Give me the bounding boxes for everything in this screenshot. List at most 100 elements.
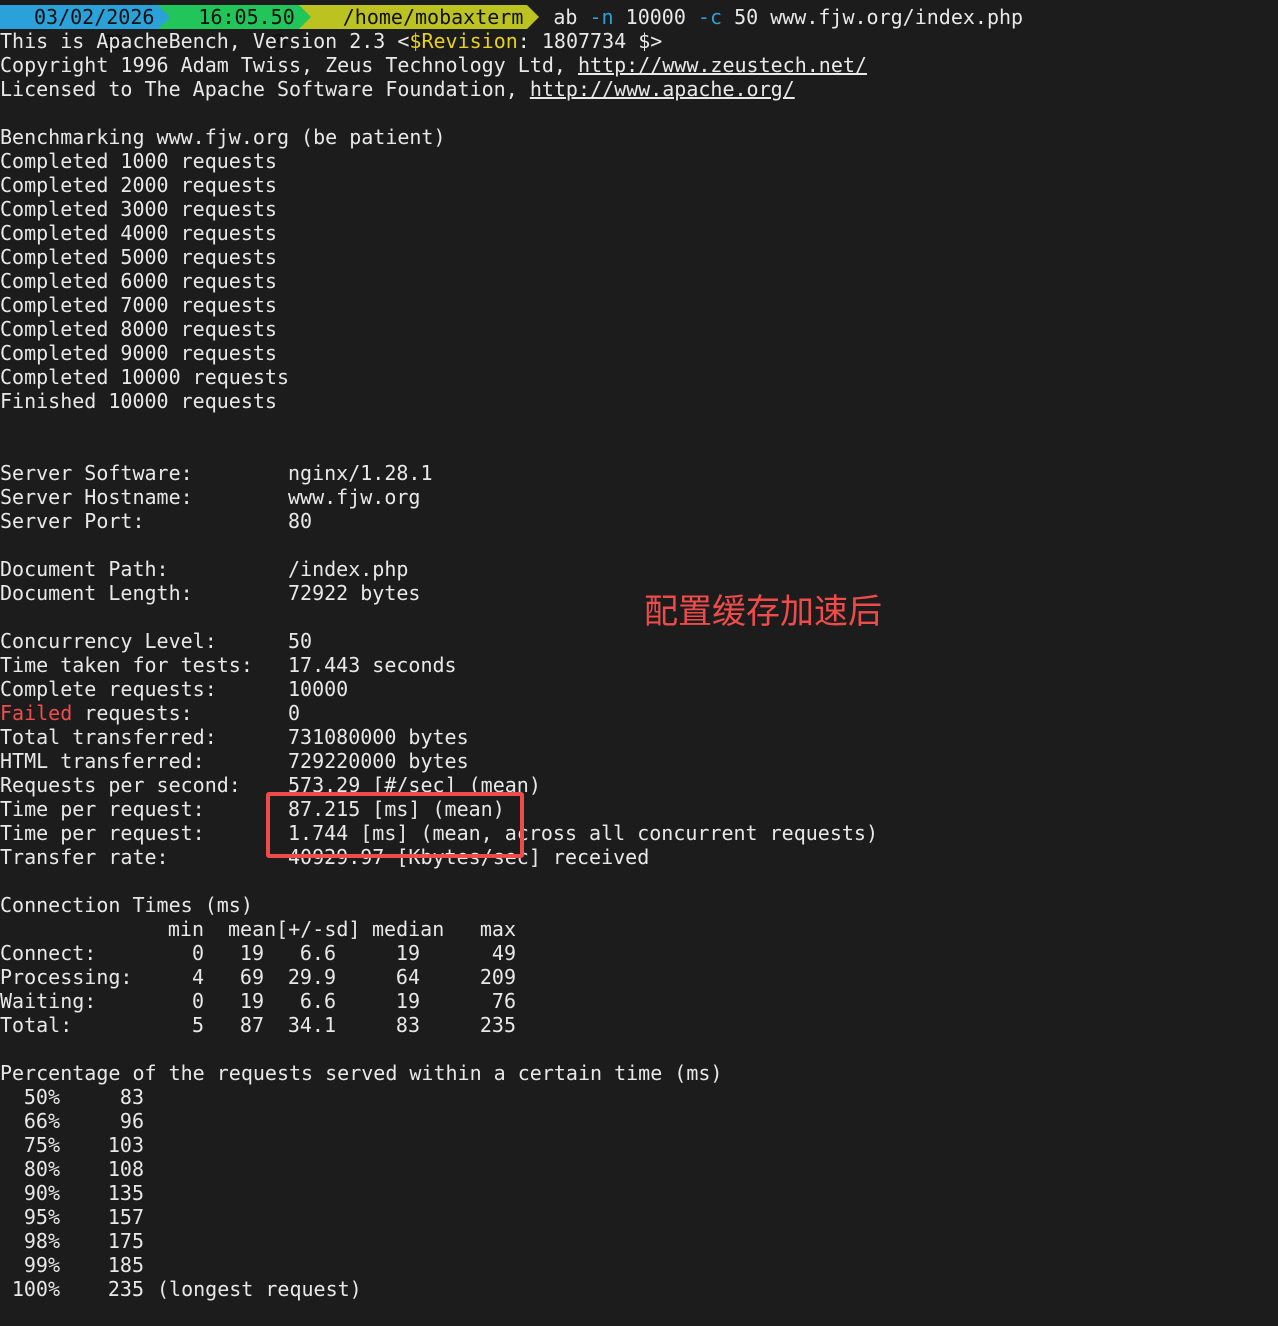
prompt-time: 16:05.50	[198, 5, 295, 29]
progress-line: Completed 1000 requests	[0, 149, 277, 173]
percentile-value: 80%	[23, 1157, 60, 1181]
stat-complete: Complete requests: 10000	[0, 677, 349, 701]
progress-line: Completed 8000 requests	[0, 317, 277, 341]
percentile-ms: 83	[119, 1085, 144, 1109]
progress-line: Completed 3000 requests	[0, 197, 277, 221]
table-row: Waiting: 0 19 6.6 19 76	[0, 989, 1278, 1013]
apache-link[interactable]: http://www.apache.org/	[530, 77, 795, 101]
percentile-value: 66%	[23, 1109, 60, 1133]
cell-median: 19	[395, 941, 420, 965]
percentile-row: 50% 83	[0, 1085, 1278, 1109]
stat-failed: Failed requests: 0	[0, 701, 301, 725]
server-row-value: nginx/1.28.1	[288, 461, 433, 485]
percentile-value: 95%	[23, 1205, 60, 1229]
cell-min: 0	[191, 989, 204, 1013]
folder-icon	[313, 8, 431, 49]
cell-sd: 6.6	[299, 941, 336, 965]
percentile-value: 98%	[23, 1229, 60, 1253]
revision-keyword: $Revision	[409, 29, 518, 53]
cell-mean: 19	[239, 989, 264, 1013]
percentile-ms: 175	[107, 1229, 144, 1253]
zeustech-link[interactable]: http://www.zeustech.net/	[578, 53, 867, 77]
percentile-ms: 96	[119, 1109, 144, 1133]
row-label: Total:	[0, 1013, 73, 1037]
progress-line: Completed 7000 requests	[0, 293, 277, 317]
cell-mean: 87	[239, 1013, 264, 1037]
command-url: www.fjw.org/index.php	[770, 5, 1024, 29]
server-row-value: 80	[288, 509, 313, 533]
command-program: ab	[553, 5, 578, 29]
cell-max: 49	[491, 941, 516, 965]
progress-lines: Completed 1000 requests Completed 2000 re…	[0, 149, 1278, 413]
table-row: Connect: 0 19 6.6 19 49	[0, 941, 1278, 965]
server-row: Server Software: nginx/1.28.1	[0, 461, 1278, 485]
document-row-key: Document Path:	[0, 557, 169, 581]
document-row: Document Path: /index.php	[0, 557, 1278, 581]
cell-sd: 6.6	[299, 989, 336, 1013]
calendar-icon	[8, 8, 122, 50]
document-info: Document Path: /index.php Document Length:…	[0, 557, 1278, 605]
percentile-ms: 103	[107, 1133, 144, 1157]
row-label: Processing:	[0, 965, 133, 989]
percentile-note: (longest request)	[157, 1277, 362, 1301]
percentile-value: 75%	[23, 1133, 60, 1157]
percentile-row: 80% 108	[0, 1157, 1278, 1181]
stat-time-per-request: Time per request: 87.215 [ms] (mean)	[0, 797, 505, 821]
percentile-ms: 157	[107, 1205, 144, 1229]
server-row: Server Port: 80	[0, 509, 1278, 533]
annotation-label: 配置缓存加速后	[644, 592, 882, 632]
stat-time-taken: Time taken for tests: 17.443 seconds	[0, 653, 457, 677]
cell-median: 19	[395, 989, 420, 1013]
cell-min: 4	[191, 965, 204, 989]
percentiles-title: Percentage of the requests served within…	[0, 1061, 723, 1085]
percentiles-table: 50% 83 66% 96 75% 103 80% 108 90% 135 95% 157 98% 175…	[0, 1085, 1278, 1301]
percentile-value: 100%	[11, 1277, 60, 1301]
progress-line: Completed 6000 requests	[0, 269, 277, 293]
percentile-row: 95% 157	[0, 1205, 1278, 1229]
prompt-date-segment: 03/02/2026	[0, 5, 171, 50]
license-line: Licensed to The Apache Software Foundati…	[0, 77, 795, 101]
prompt-date: 03/02/2026	[34, 5, 155, 29]
copyright-line: Copyright 1996 Adam Twiss, Zeus Technolo…	[0, 53, 867, 77]
cell-max: 76	[491, 989, 516, 1013]
server-row-key: Server Hostname:	[0, 485, 193, 509]
percentile-row: 99% 185	[0, 1253, 1278, 1277]
percentile-row: 66% 96	[0, 1109, 1278, 1133]
document-row-value: /index.php	[288, 557, 409, 581]
stat-transfer-rate: Transfer rate: 40929.97 [Kbytes/sec] rece…	[0, 845, 650, 869]
row-label: Connect:	[0, 941, 97, 965]
shell-prompt: 03/02/2026 16:05.50 /home/mobaxterm ab -…	[0, 5, 1278, 50]
percentile-ms: 185	[107, 1253, 144, 1277]
percentile-ms: 235	[107, 1277, 144, 1301]
command-line[interactable]: ab -n 10000 -c 50 www.fjw.org/index.php	[527, 5, 1023, 29]
progress-line: Finished 10000 requests	[0, 389, 277, 413]
cell-sd: 34.1	[287, 1013, 336, 1037]
percentile-row: 100% 235 (longest request)	[0, 1277, 1278, 1301]
server-row-key: Server Port:	[0, 509, 145, 533]
command-flag-c: -c	[697, 5, 723, 29]
percentile-value: 90%	[23, 1181, 60, 1205]
cell-min: 5	[191, 1013, 204, 1037]
table-row: Total: 5 87 34.1 83 235	[0, 1013, 1278, 1037]
stat-concurrency: Concurrency Level: 50	[0, 629, 313, 653]
connection-times-table: Connect: 0 19 6.6 19 49 Processing: 4 69 29.9 64 20…	[0, 941, 1278, 1037]
terminal-output: 03/02/2026 16:05.50 /home/mobaxterm ab -…	[0, 5, 1278, 1301]
cell-median: 83	[395, 1013, 420, 1037]
progress-line: Completed 10000 requests	[0, 365, 289, 389]
row-label: Waiting:	[0, 989, 97, 1013]
prompt-time-segment: 16:05.50	[158, 5, 311, 50]
ab-version-line: This is ApacheBench, Version 2.3 <$Revis…	[0, 29, 663, 53]
command-flag-n: -n	[589, 5, 614, 29]
command-c-value: 50	[734, 5, 759, 29]
progress-line: Completed 9000 requests	[0, 341, 277, 365]
document-row: Document Length: 72922 bytes	[0, 581, 1278, 605]
command-n-value: 10000	[625, 5, 686, 29]
failed-keyword: Failed	[0, 701, 73, 725]
percentile-row: 75% 103	[0, 1133, 1278, 1157]
percentile-row: 90% 135	[0, 1181, 1278, 1205]
